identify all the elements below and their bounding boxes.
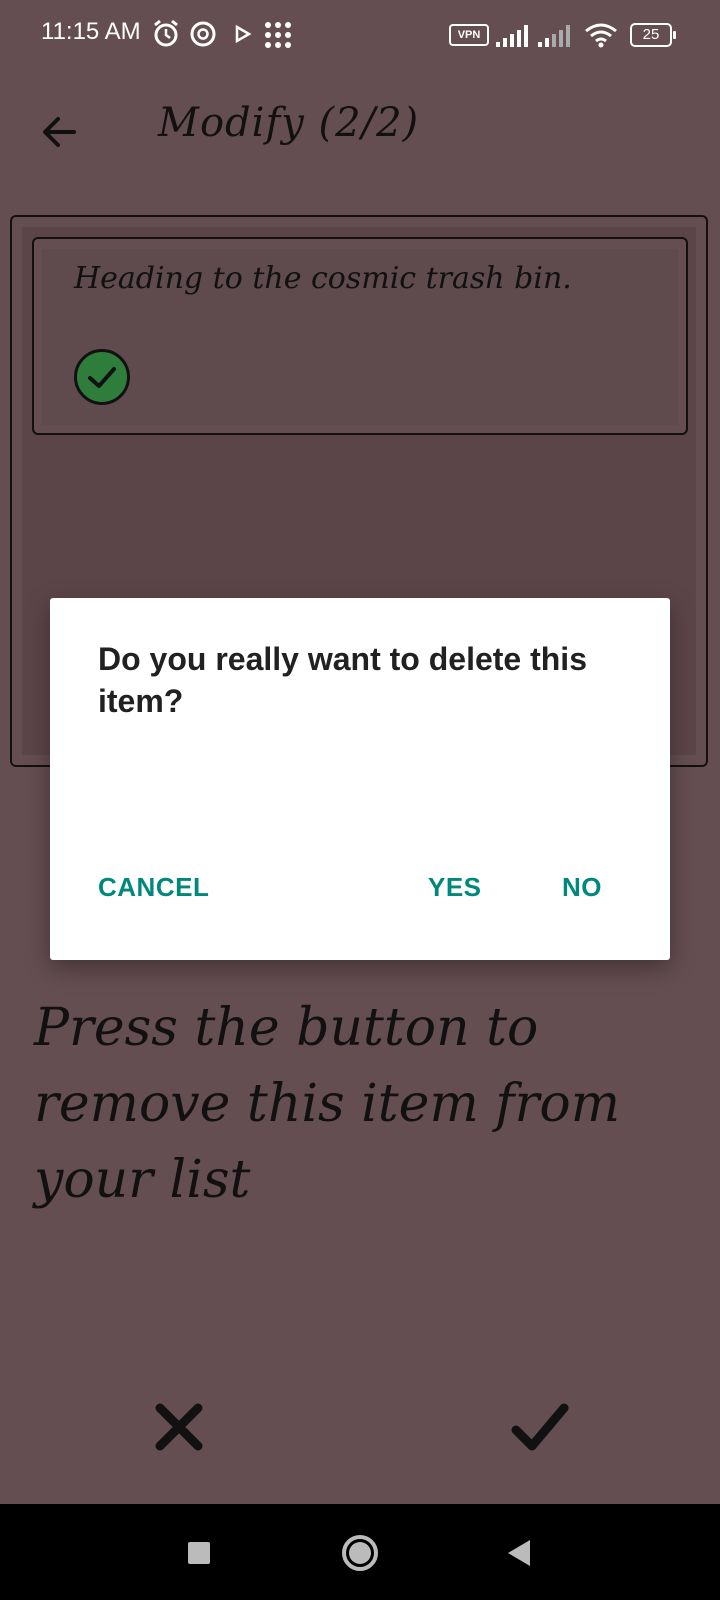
home-circle-icon[interactable] bbox=[337, 1530, 383, 1576]
yes-button[interactable]: YES bbox=[428, 866, 482, 909]
dialog-title: Do you really want to delete this item? bbox=[98, 641, 587, 719]
no-button[interactable]: NO bbox=[562, 866, 602, 909]
recents-square-icon[interactable] bbox=[176, 1530, 222, 1576]
system-nav-bar bbox=[0, 1504, 720, 1600]
delete-confirm-dialog: Do you really want to delete this item? … bbox=[50, 598, 670, 960]
cancel-button[interactable]: CANCEL bbox=[98, 866, 209, 909]
back-triangle-icon[interactable] bbox=[496, 1530, 542, 1576]
